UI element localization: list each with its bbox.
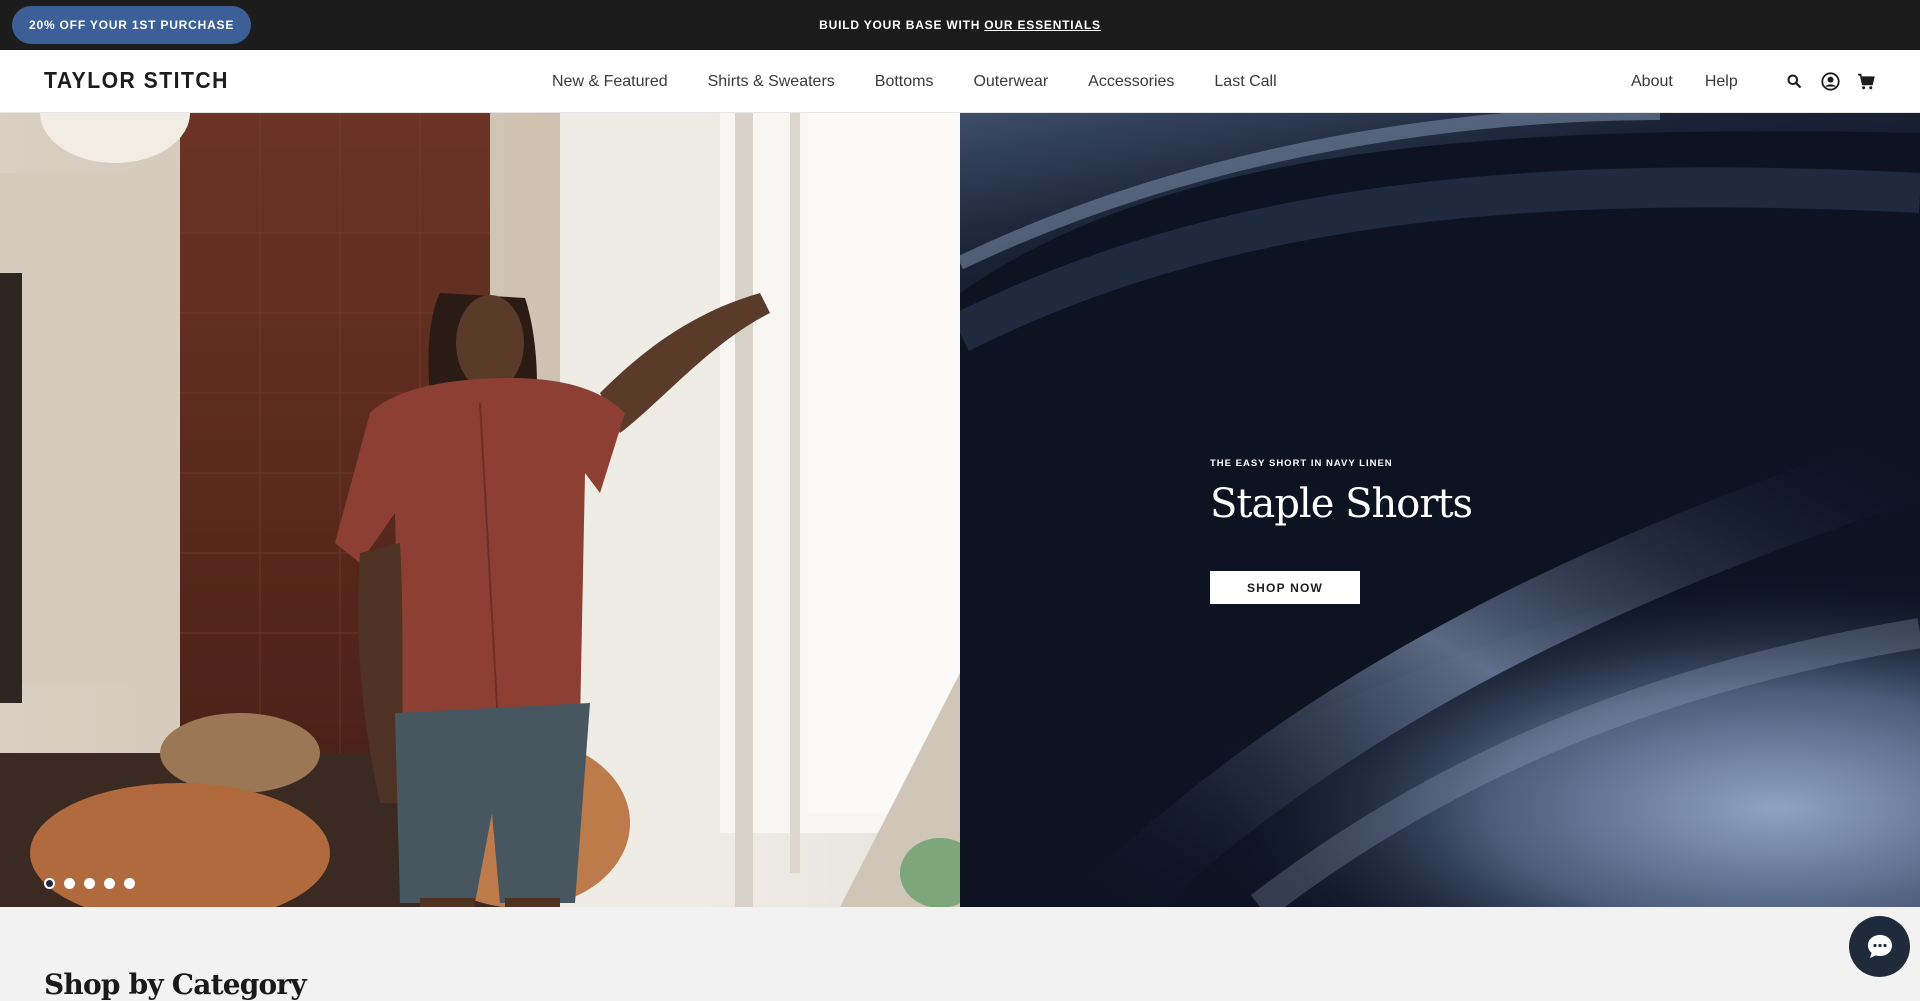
- brand-logo[interactable]: TAYLOR STITCH: [44, 67, 229, 94]
- nav-item-outerwear[interactable]: Outerwear: [973, 73, 1048, 91]
- nav-item-help[interactable]: Help: [1705, 73, 1738, 91]
- shop-by-category-heading: Shop by Category: [44, 968, 307, 1001]
- first-purchase-discount-button[interactable]: 20% OFF YOUR 1ST PURCHASE: [12, 6, 252, 44]
- carousel-dot-1[interactable]: [44, 878, 55, 889]
- nav-item-new-featured[interactable]: New & Featured: [552, 73, 668, 91]
- announcement-message: BUILD YOUR BASE WITH OUR ESSENTIALS: [0, 0, 1920, 50]
- nav-item-last-call[interactable]: Last Call: [1214, 73, 1276, 91]
- carousel-dot-3[interactable]: [84, 878, 95, 889]
- hero-title: Staple Shorts: [1210, 481, 1473, 527]
- site-header: TAYLOR STITCH New & Featured Shirts & Sw…: [0, 50, 1920, 113]
- utility-nav: About Help: [1631, 50, 1770, 113]
- chat-icon: [1867, 934, 1892, 958]
- nav-item-bottoms[interactable]: Bottoms: [875, 73, 934, 91]
- cart-icon[interactable]: [1855, 70, 1877, 92]
- carousel-dot-2[interactable]: [64, 878, 75, 889]
- nav-item-shirts-sweaters[interactable]: Shirts & Sweaters: [708, 73, 835, 91]
- carousel-dot-5[interactable]: [124, 878, 135, 889]
- chat-button[interactable]: [1849, 916, 1910, 977]
- header-icons: [1783, 70, 1891, 92]
- hero-copy: THE EASY SHORT IN NAVY LINEN Staple Shor…: [1210, 458, 1473, 604]
- account-icon[interactable]: [1819, 70, 1841, 92]
- announcement-bar: 20% OFF YOUR 1ST PURCHASE BUILD YOUR BAS…: [0, 0, 1920, 50]
- announcement-text: BUILD YOUR BASE WITH: [819, 18, 981, 32]
- search-icon[interactable]: [1783, 70, 1805, 92]
- shop-now-button[interactable]: SHOP NOW: [1210, 571, 1360, 604]
- hero-carousel: THE EASY SHORT IN NAVY LINEN Staple Shor…: [0, 113, 1920, 907]
- hero-eyebrow: THE EASY SHORT IN NAVY LINEN: [1210, 458, 1393, 469]
- nav-item-accessories[interactable]: Accessories: [1088, 73, 1174, 91]
- hero-fabric-panel: THE EASY SHORT IN NAVY LINEN Staple Shor…: [960, 113, 1920, 907]
- nav-item-about[interactable]: About: [1631, 73, 1673, 91]
- hero-lifestyle-image: [0, 113, 960, 907]
- carousel-dot-4[interactable]: [104, 878, 115, 889]
- main-nav: New & Featured Shirts & Sweaters Bottoms…: [552, 50, 1317, 113]
- carousel-pagination: [44, 878, 144, 889]
- our-essentials-link[interactable]: OUR ESSENTIALS: [984, 18, 1101, 32]
